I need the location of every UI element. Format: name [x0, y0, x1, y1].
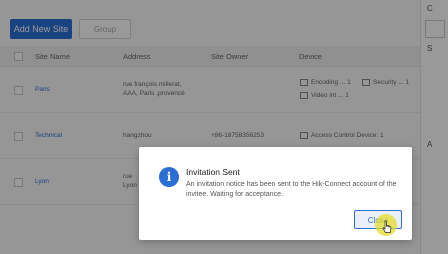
mouse-pointer-icon: [382, 220, 392, 233]
dialog-title: Invitation Sent: [186, 167, 240, 177]
invitation-sent-dialog: i Invitation Sent An invitation notice h…: [139, 147, 412, 240]
info-icon: i: [159, 167, 179, 187]
dialog-message: An invitation notice has been sent to th…: [186, 181, 397, 198]
